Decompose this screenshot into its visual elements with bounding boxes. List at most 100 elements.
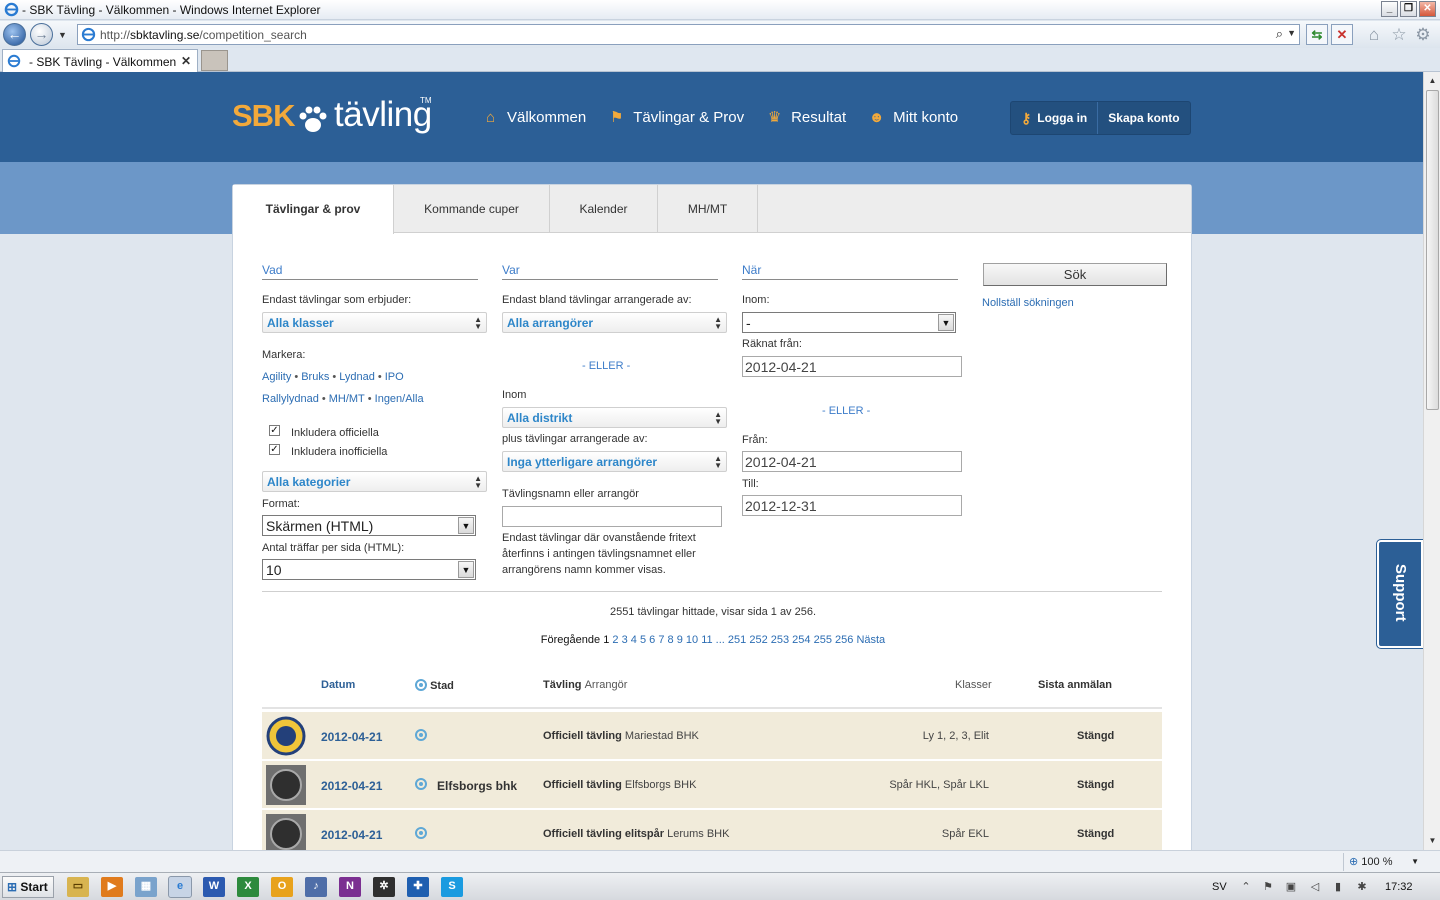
col-header-date[interactable]: Datum <box>321 679 355 691</box>
pager-page[interactable]: 7 <box>658 634 664 646</box>
pager-page[interactable]: 8 <box>668 634 674 646</box>
mark-link-bruks[interactable]: Bruks <box>301 371 329 383</box>
search-icon[interactable]: ⌕ <box>1276 26 1283 42</box>
close-window-button[interactable]: ✕ <box>1419 1 1436 17</box>
tray-arrow-icon[interactable]: ⌃ <box>1239 880 1253 894</box>
per-page-select[interactable]: 10 ▼ <box>262 559 476 580</box>
location-target-icon[interactable] <box>415 729 427 741</box>
pager-page[interactable]: 10 <box>686 634 698 646</box>
scroll-down-icon[interactable]: ▼ <box>1426 834 1439 847</box>
pager-page[interactable]: 252 <box>749 634 767 646</box>
from-date-input[interactable]: 2012-04-21 <box>742 451 962 472</box>
scroll-up-icon[interactable]: ▲ <box>1426 74 1439 87</box>
forward-button[interactable]: → <box>30 23 53 46</box>
pager-next[interactable]: Nästa <box>856 634 885 646</box>
counted-from-input[interactable]: 2012-04-21 <box>742 356 962 377</box>
calculator-icon[interactable]: ▦ <box>135 877 157 897</box>
language-indicator[interactable]: SV <box>1212 873 1227 900</box>
category-select[interactable]: Alla kategorier ▲ ▼ <box>262 471 487 492</box>
vertical-scrollbar[interactable]: ▲ ▼ <box>1423 72 1440 850</box>
tab-kommande-cuper[interactable]: Kommande cuper <box>394 185 550 233</box>
tray-app-icon[interactable]: ▣ <box>1284 880 1298 894</box>
nav-item-tavlingar[interactable]: ⚑ Tävlingar & Prov <box>608 109 744 126</box>
support-tab[interactable]: Support <box>1376 539 1423 649</box>
app-grid-icon[interactable]: ✚ <box>407 877 429 897</box>
classes-select[interactable]: Alla klasser ▲ ▼ <box>262 312 487 333</box>
row-date[interactable]: 2012-04-21 <box>321 828 382 842</box>
location-target-icon[interactable] <box>415 827 427 839</box>
zoom-control[interactable]: ⊕ 100 % ▼ <box>1343 853 1423 871</box>
network-icon[interactable]: ▮ <box>1331 880 1345 894</box>
table-row[interactable]: 2012-04-21 Officiell tävling Mariestad B… <box>262 712 1162 760</box>
favorites-star-icon[interactable]: ☆ <box>1389 25 1409 45</box>
pager-page[interactable]: 256 <box>835 634 853 646</box>
skype-icon[interactable]: S <box>441 877 463 897</box>
action-center-flag-icon[interactable]: ⚑ <box>1261 880 1275 894</box>
history-dropdown-icon[interactable]: ▼ <box>58 30 67 40</box>
nav-item-mitt-konto[interactable]: ☻ Mitt konto <box>868 109 958 126</box>
mark-link-agility[interactable]: Agility <box>262 371 291 383</box>
pager-page[interactable]: 4 <box>631 634 637 646</box>
tab-kalender[interactable]: Kalender <box>550 185 658 233</box>
explorer-folder-icon[interactable]: ▭ <box>67 877 89 897</box>
pager-page[interactable]: 9 <box>677 634 683 646</box>
table-row[interactable]: 2012-04-21 Elfsborgs bhk Officiell tävli… <box>262 761 1162 809</box>
pager-page[interactable]: 254 <box>792 634 810 646</box>
home-icon[interactable]: ⌂ <box>1364 25 1384 45</box>
location-target-icon[interactable] <box>415 778 427 790</box>
scroll-thumb[interactable] <box>1426 90 1439 410</box>
include-unofficial-checkbox[interactable]: ✓ <box>269 444 280 455</box>
back-button[interactable]: ← <box>3 23 26 46</box>
browser-tab-active[interactable]: - SBK Tävling - Välkommen ✕ <box>2 49 198 72</box>
table-row[interactable]: 2012-04-21 Officiell tävling elitspår Le… <box>262 810 1162 850</box>
row-date[interactable]: 2012-04-21 <box>321 779 382 793</box>
within-time-select[interactable]: - ▼ <box>742 312 956 333</box>
pager-page[interactable]: 251 <box>728 634 746 646</box>
restore-button[interactable]: ❐ <box>1400 1 1417 17</box>
mark-link-rallylydnad[interactable]: Rallylydnad <box>262 393 319 405</box>
pager-page[interactable]: 5 <box>640 634 646 646</box>
pager-page[interactable]: 11 <box>701 634 712 646</box>
tools-gear-icon[interactable]: ⚙ <box>1413 25 1433 45</box>
tab-tavlingar-prov[interactable]: Tävlingar & prov <box>233 185 394 234</box>
close-tab-icon[interactable]: ✕ <box>181 54 191 68</box>
address-dropdown-icon[interactable]: ▼ <box>1287 28 1296 38</box>
nav-item-valkommen[interactable]: ⌂ Välkommen <box>482 109 586 126</box>
mark-link-mhmt[interactable]: MH/MT <box>329 393 365 405</box>
to-date-input[interactable]: 2012-12-31 <box>742 495 962 516</box>
address-bar[interactable]: http://sbktavling.se/competition_search … <box>77 24 1300 45</box>
tab-mh-mt[interactable]: MH/MT <box>658 185 758 233</box>
pager-page[interactable]: 253 <box>771 634 789 646</box>
plus-organizers-select[interactable]: Inga ytterligare arrangörer ▲ ▼ <box>502 451 727 472</box>
volume-icon[interactable]: ◁ <box>1308 880 1322 894</box>
pager-page[interactable]: 255 <box>814 634 832 646</box>
media-player-icon[interactable]: ▶ <box>101 877 123 897</box>
row-date[interactable]: 2012-04-21 <box>321 730 382 744</box>
mark-link-lydnad[interactable]: Lydnad <box>339 371 375 383</box>
itunes-icon[interactable]: ♪ <box>305 877 327 897</box>
reset-search-link[interactable]: Nollställ sökningen <box>982 297 1074 309</box>
outlook-icon[interactable]: O <box>271 877 293 897</box>
tray-bluetooth-icon[interactable]: ✱ <box>1355 880 1369 894</box>
pager-page[interactable]: 3 <box>622 634 628 646</box>
minimize-button[interactable]: _ <box>1381 1 1398 17</box>
search-button[interactable]: Sök <box>983 263 1167 286</box>
pager-page[interactable]: 6 <box>649 634 655 646</box>
clock[interactable]: 17:32 <box>1385 873 1413 900</box>
format-select[interactable]: Skärmen (HTML) ▼ <box>262 515 476 536</box>
onenote-icon[interactable]: N <box>339 877 361 897</box>
nav-item-resultat[interactable]: ♛ Resultat <box>766 109 846 126</box>
stop-button[interactable]: ✕ <box>1331 24 1353 45</box>
excel-icon[interactable]: X <box>237 877 259 897</box>
organizer-select[interactable]: Alla arrangörer ▲ ▼ <box>502 312 727 333</box>
app-icon[interactable]: ✲ <box>373 877 395 897</box>
include-official-checkbox[interactable]: ✓ <box>269 425 280 436</box>
mark-link-ingen-alla[interactable]: Ingen/Alla <box>375 393 424 405</box>
name-search-input[interactable] <box>502 506 722 527</box>
address-url[interactable]: http://sbktavling.se/competition_search <box>100 28 307 42</box>
pager-page[interactable]: 2 <box>612 634 618 646</box>
district-select[interactable]: Alla distrikt ▲ ▼ <box>502 407 727 428</box>
col-header-city[interactable]: Stad <box>415 679 454 692</box>
register-button[interactable]: Skapa konto <box>1098 102 1189 134</box>
mark-link-ipo[interactable]: IPO <box>385 371 404 383</box>
